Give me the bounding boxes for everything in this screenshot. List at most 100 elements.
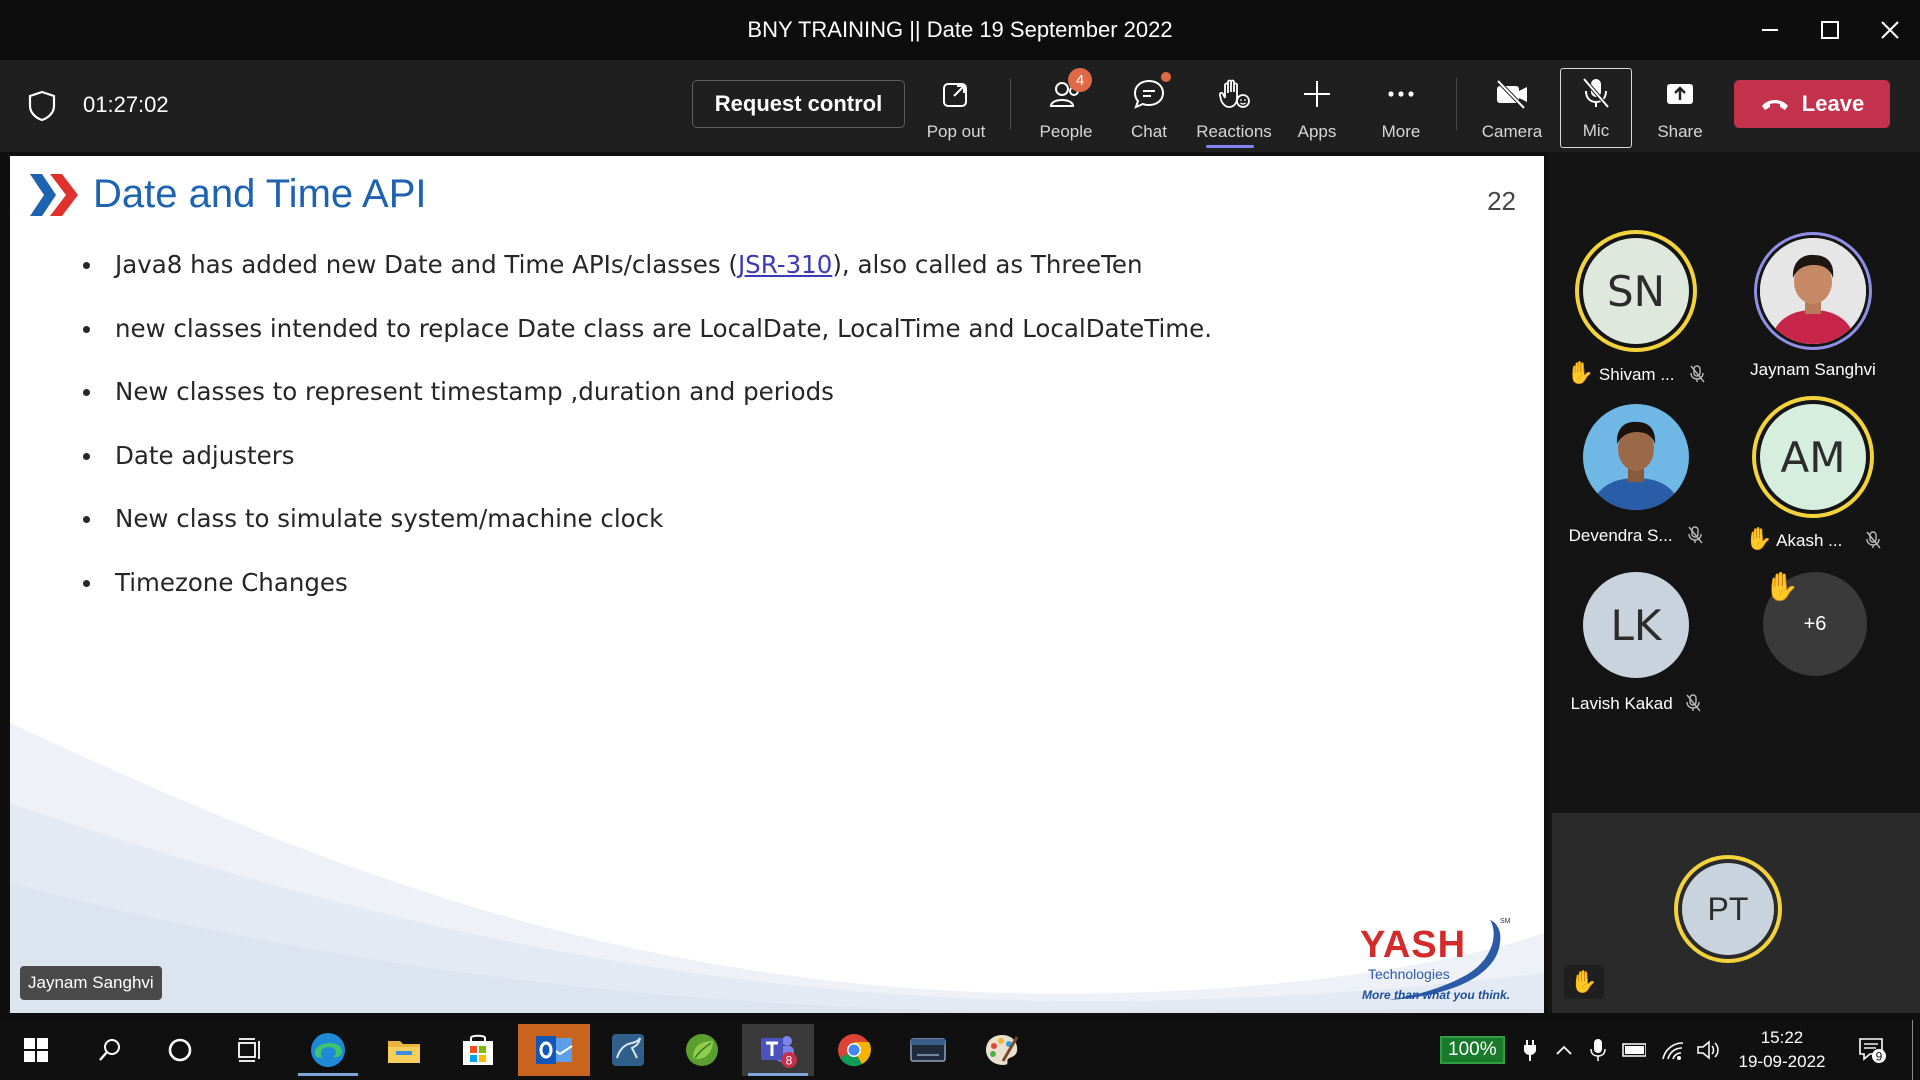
- clock-time: 15:22: [1760, 1028, 1804, 1047]
- toolbar-divider: [1010, 78, 1011, 130]
- jsr-310-link[interactable]: JSR-310: [738, 250, 832, 279]
- camera-button[interactable]: Camera: [1472, 70, 1552, 146]
- outlook-app[interactable]: [518, 1024, 590, 1076]
- edge-app[interactable]: [292, 1024, 364, 1076]
- chat-button[interactable]: Chat: [1109, 70, 1189, 146]
- slide-background-wave: [10, 723, 1544, 1013]
- participant-tile[interactable]: Jaynam Sanghvi: [1725, 238, 1901, 388]
- slide-number: 22: [1487, 186, 1516, 216]
- search-icon: [99, 1039, 120, 1061]
- wifi-icon: [1662, 1042, 1684, 1060]
- close-button[interactable]: [1872, 12, 1908, 48]
- file-explorer-app[interactable]: [368, 1024, 440, 1076]
- maximize-button[interactable]: [1812, 12, 1848, 48]
- bullet-item: New classes to represent timestamp ,dura…: [78, 377, 1212, 441]
- share-label: Share: [1657, 122, 1703, 141]
- mic-label: Mic: [1582, 121, 1610, 140]
- system-clock[interactable]: 15:22 19-09-2022: [1734, 1026, 1830, 1074]
- people-label: People: [1039, 122, 1093, 141]
- pop-out-icon: [943, 83, 967, 107]
- show-hidden-icons-button[interactable]: [1552, 1038, 1576, 1062]
- phone-hangup-icon: [1761, 100, 1788, 110]
- teams-app[interactable]: 8: [742, 1024, 814, 1076]
- shared-slide: Date and Time API 22 Java8 has added new…: [10, 156, 1544, 1013]
- chrome-icon: [838, 1034, 871, 1067]
- battery-charging-icon: [1622, 1043, 1646, 1057]
- edge-running-indicator: [298, 1073, 358, 1076]
- start-icon: [24, 1038, 48, 1062]
- participant-name-text: Shivam ...: [1598, 365, 1675, 384]
- chevron-logo-icon: [30, 174, 78, 216]
- leave-button[interactable]: Leave: [1734, 80, 1890, 128]
- chrome-app[interactable]: [818, 1024, 890, 1076]
- volume-icon: [1697, 1040, 1719, 1060]
- participant-tile[interactable]: Devendra S...: [1548, 404, 1724, 554]
- mysql-workbench-icon: [612, 1034, 644, 1066]
- taskbar-search[interactable]: [74, 1024, 146, 1076]
- mic-off-icon: [1582, 77, 1610, 109]
- start-button[interactable]: [0, 1024, 72, 1076]
- paint-icon: [986, 1035, 1019, 1065]
- microphone-tray[interactable]: [1586, 1038, 1610, 1062]
- bullet-item: Timezone Changes: [78, 568, 1212, 632]
- leave-label: Leave: [1801, 91, 1865, 116]
- people-count-badge: 4: [1068, 68, 1092, 92]
- minimize-icon: [1762, 29, 1778, 31]
- participant-photo: [1760, 238, 1866, 344]
- power-plug-icon: [1524, 1040, 1536, 1061]
- spring-tool-suite-icon: [686, 1034, 718, 1066]
- meeting-timer: 01:27:02: [83, 92, 169, 117]
- notification-center-button[interactable]: 9: [1858, 1036, 1888, 1064]
- people-button[interactable]: 4 People: [1026, 68, 1106, 146]
- yash-logo-mark: SM: [1500, 918, 1511, 925]
- request-control-button[interactable]: Request control: [692, 80, 905, 128]
- edge-icon: [311, 1033, 345, 1067]
- share-button[interactable]: Share: [1640, 70, 1720, 146]
- pop-out-button[interactable]: Pop out: [916, 70, 996, 146]
- raised-hand-icon: ✋: [1564, 965, 1604, 999]
- reactions-button[interactable]: Reactions: [1194, 70, 1274, 148]
- title-bar: BNY TRAINING || Date 19 September 2022: [0, 0, 1920, 60]
- self-view-tile[interactable]: PT ✋: [1552, 813, 1920, 1013]
- volume-tray[interactable]: [1696, 1038, 1720, 1062]
- bullet-text: Java8 has added new Date and Time APIs/c…: [115, 250, 738, 279]
- reactions-label: Reactions: [1196, 122, 1272, 141]
- paint-app[interactable]: [966, 1024, 1038, 1076]
- teams-icon: 8: [761, 1036, 797, 1068]
- shield-icon[interactable]: [24, 88, 60, 124]
- battery-indicator[interactable]: 100%: [1440, 1036, 1505, 1064]
- mysql-workbench-app[interactable]: [592, 1024, 664, 1076]
- bullet-item: new classes intended to replace Date cla…: [78, 314, 1212, 378]
- participant-tile[interactable]: LK Lavish Kakad: [1548, 572, 1724, 722]
- camera-label: Camera: [1481, 122, 1543, 141]
- show-desktop-divider[interactable]: [1912, 1020, 1913, 1080]
- cortana-button[interactable]: [144, 1024, 216, 1076]
- reactions-active-indicator: [1206, 145, 1254, 148]
- participant-tile[interactable]: SN ✋ Shivam ...: [1548, 238, 1724, 388]
- avatar: LK: [1583, 572, 1689, 678]
- more-button[interactable]: More: [1361, 70, 1441, 146]
- mic-button[interactable]: Mic: [1560, 68, 1632, 148]
- spring-tool-suite-app[interactable]: [666, 1024, 738, 1076]
- window-title: BNY TRAINING || Date 19 September 2022: [747, 17, 1173, 42]
- task-view-button[interactable]: [214, 1024, 286, 1076]
- camera-off-icon: [1496, 79, 1527, 110]
- file-explorer-icon: [388, 1041, 420, 1063]
- power-plug-tray[interactable]: [1518, 1038, 1542, 1062]
- participant-name-text: Akash ...: [1776, 531, 1843, 550]
- mysql-icon: [910, 1038, 946, 1062]
- minimize-button[interactable]: [1752, 12, 1788, 48]
- store-app[interactable]: [442, 1024, 514, 1076]
- notification-count: 9: [1876, 1050, 1883, 1064]
- bullet-text: ), also called as ThreeTen: [832, 250, 1143, 279]
- mic-off-icon: [1690, 365, 1705, 383]
- wifi-tray[interactable]: [1660, 1038, 1684, 1062]
- pop-out-label: Pop out: [926, 122, 986, 141]
- maximize-icon: [1821, 21, 1839, 39]
- battery-tray[interactable]: [1622, 1038, 1646, 1062]
- mic-off-icon: [1688, 526, 1703, 544]
- apps-button[interactable]: Apps: [1277, 70, 1357, 146]
- mysql-app[interactable]: [892, 1024, 964, 1076]
- participant-tile[interactable]: AM ✋ Akash ...: [1725, 404, 1901, 554]
- mic-off-icon: [1866, 531, 1881, 549]
